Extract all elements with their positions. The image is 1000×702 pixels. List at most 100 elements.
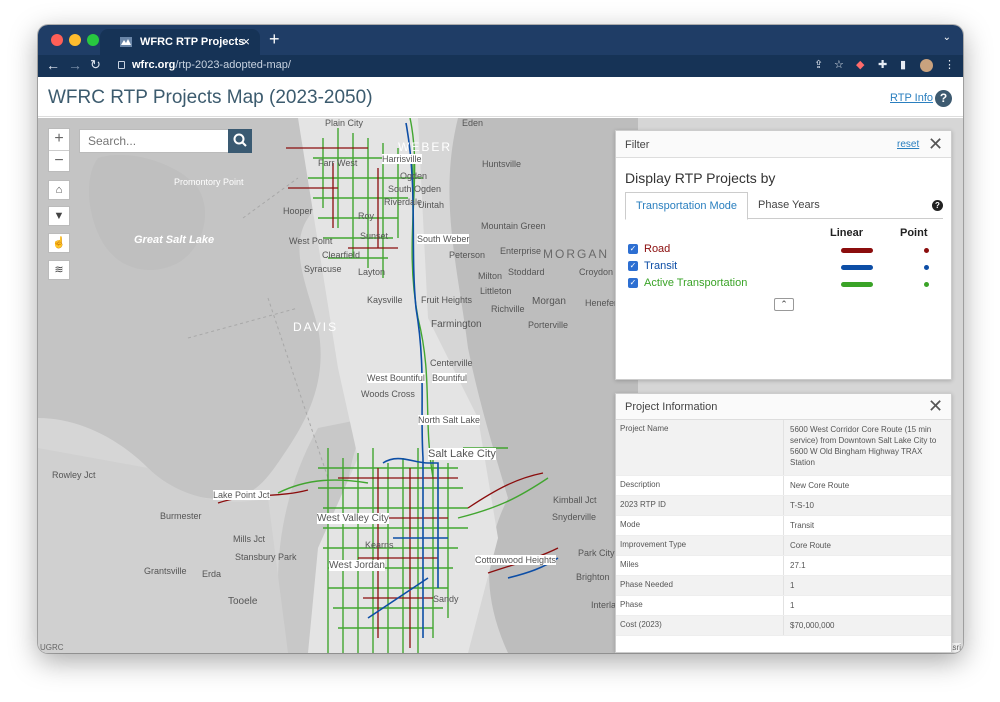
map-label-farmington: Farmington [431, 319, 482, 330]
table-row: Phase Needed 1 [616, 576, 951, 596]
new-tab-button[interactable]: + [269, 29, 280, 50]
back-arrow-icon[interactable]: ← [46, 57, 60, 73]
reload-icon[interactable]: ↻ [90, 57, 101, 73]
map-label-peterson: Peterson [449, 250, 486, 260]
mode-row-active-transportation[interactable]: ✓ Active Transportation [628, 277, 948, 291]
profile-avatar[interactable] [920, 59, 933, 72]
puzzle-icon[interactable]: ✚ [878, 58, 887, 71]
maximize-window-button[interactable] [87, 34, 99, 46]
minimize-window-button[interactable] [69, 34, 81, 46]
map-label-west-jordan: West Jordan [329, 560, 385, 571]
tab-close-icon[interactable]: × [242, 34, 250, 49]
browser-tab[interactable]: WFRC RTP Projects × [100, 29, 260, 55]
browser-window: WFRC RTP Projects × + ⌄ ← → ↻ wfrc.org/r… [38, 25, 963, 653]
filter-heading: Display RTP Projects by [625, 170, 776, 186]
filter-tabs: Transportation Mode Phase Years [625, 192, 943, 220]
share-icon[interactable]: ⇪ [814, 58, 823, 71]
row-key: Miles [616, 556, 784, 575]
zoom-in-button[interactable]: + [49, 129, 69, 150]
column-point: Point [900, 227, 928, 239]
table-row: Improvement Type Core Route [616, 536, 951, 556]
table-row: 2023 RTP ID T-S-10 [616, 496, 951, 516]
map-label-centerville: Centerville [430, 358, 473, 368]
layers-icon: ≋ [54, 264, 64, 276]
home-icon: ⌂ [55, 184, 63, 196]
row-value: 27.1 [790, 561, 806, 570]
road-line-swatch [841, 248, 873, 253]
filter-icon: ▼ [53, 210, 65, 222]
search-icon [233, 133, 247, 147]
map-label-uintah: Uintah [418, 200, 445, 210]
collapse-chevron-up-icon[interactable]: ⌃ [774, 298, 794, 311]
mode-row-transit[interactable]: ✓ Transit [628, 260, 948, 274]
zoom-out-button[interactable]: − [49, 150, 69, 171]
map-label-kimball: Kimball Jct [553, 495, 597, 505]
filter-button[interactable]: ▼ [48, 206, 70, 226]
rtp-info-link[interactable]: RTP Info [890, 92, 933, 104]
map-label-sandy: Sandy [433, 594, 459, 604]
search-box [79, 129, 251, 153]
road-point-swatch [924, 248, 929, 253]
tab-search-chevron-icon[interactable]: ⌄ [943, 32, 951, 43]
map-label-lake-point: Lake Point Jct [213, 490, 270, 500]
map-label-fruit-heights: Fruit Heights [421, 295, 473, 305]
map-label-ogden: Ogden [400, 171, 428, 181]
road-checkbox[interactable]: ✓ [628, 244, 638, 254]
active-transportation-line-swatch [841, 282, 873, 287]
map-label-eden: Eden [462, 118, 484, 128]
browser-menu-icon[interactable]: ⋮ [944, 58, 955, 71]
map-label-layton: Layton [358, 267, 386, 277]
filter-header: Filter reset ✕ [616, 131, 951, 158]
forward-arrow-icon[interactable]: → [68, 57, 82, 73]
filter-reset-link[interactable]: reset [897, 139, 919, 150]
tab-transportation-mode[interactable]: Transportation Mode [625, 192, 748, 220]
transit-checkbox[interactable]: ✓ [628, 261, 638, 271]
bookmark-star-icon[interactable]: ☆ [834, 58, 844, 71]
road-label: Road [644, 243, 671, 255]
project-info-panel: Project Information ✕ Project Name 5600 W… [615, 393, 952, 653]
map-label-south-weber: South Weber [417, 234, 470, 244]
map-label-kaysville: Kaysville [367, 295, 403, 305]
map-label-woods-cross: Woods Cross [361, 389, 415, 399]
map-label-burmester: Burmester [160, 511, 202, 521]
filter-help-icon[interactable]: ? [932, 200, 943, 211]
map-label-kearns: Kearns [365, 540, 394, 550]
row-key: Description [616, 476, 784, 495]
search-button[interactable] [228, 129, 252, 153]
row-value: 5600 West Corridor Core Route (15 min se… [790, 425, 937, 467]
tab-strip: WFRC RTP Projects × + ⌄ [38, 25, 963, 55]
search-input[interactable] [80, 130, 228, 152]
row-key: Improvement Type [616, 536, 784, 555]
table-row: Description New Core Route [616, 476, 951, 496]
map-label-bountiful: Bountiful [432, 373, 468, 383]
table-row: Miles 27.1 [616, 556, 951, 576]
map-label-morgan: Morgan [532, 296, 566, 307]
project-info-header: Project Information ✕ [616, 394, 951, 420]
map-label-hooper: Hooper [283, 206, 313, 216]
map-label-huntsville: Huntsville [482, 159, 522, 169]
row-key: Cost (2023) [616, 616, 784, 635]
map-label-roy: Roy [358, 211, 375, 221]
sidebar-icon[interactable]: ▮ [900, 58, 906, 71]
map-label-west-valley: West Valley City [317, 513, 389, 524]
tab-title: WFRC RTP Projects [140, 36, 245, 48]
address-bar[interactable]: wfrc.org/rtp-2023-adopted-map/ [132, 59, 291, 71]
mode-row-road[interactable]: ✓ Road [628, 243, 948, 257]
close-window-button[interactable] [51, 34, 63, 46]
filter-close-icon[interactable]: ✕ [928, 135, 943, 153]
active-transportation-checkbox[interactable]: ✓ [628, 278, 638, 288]
map-label-sunset: Sunset [360, 231, 389, 241]
map-label-great-salt-lake: Great Salt Lake [134, 234, 215, 246]
tab-phase-years[interactable]: Phase Years [758, 192, 820, 218]
identify-button[interactable]: ☝ [48, 233, 70, 253]
project-info-close-icon[interactable]: ✕ [928, 397, 943, 415]
active-transportation-point-swatch [924, 282, 929, 287]
help-icon[interactable]: ? [935, 90, 952, 107]
map-label-west-point: West Point [289, 236, 333, 246]
map-label-brighton: Brighton [576, 572, 610, 582]
table-row: Cost (2023) $70,000,000 [616, 616, 951, 636]
map-label-harrisville: Harrisville [382, 154, 422, 164]
home-button[interactable]: ⌂ [48, 180, 70, 200]
extension-icon[interactable]: ◆ [856, 58, 864, 71]
layers-button[interactable]: ≋ [48, 260, 70, 280]
